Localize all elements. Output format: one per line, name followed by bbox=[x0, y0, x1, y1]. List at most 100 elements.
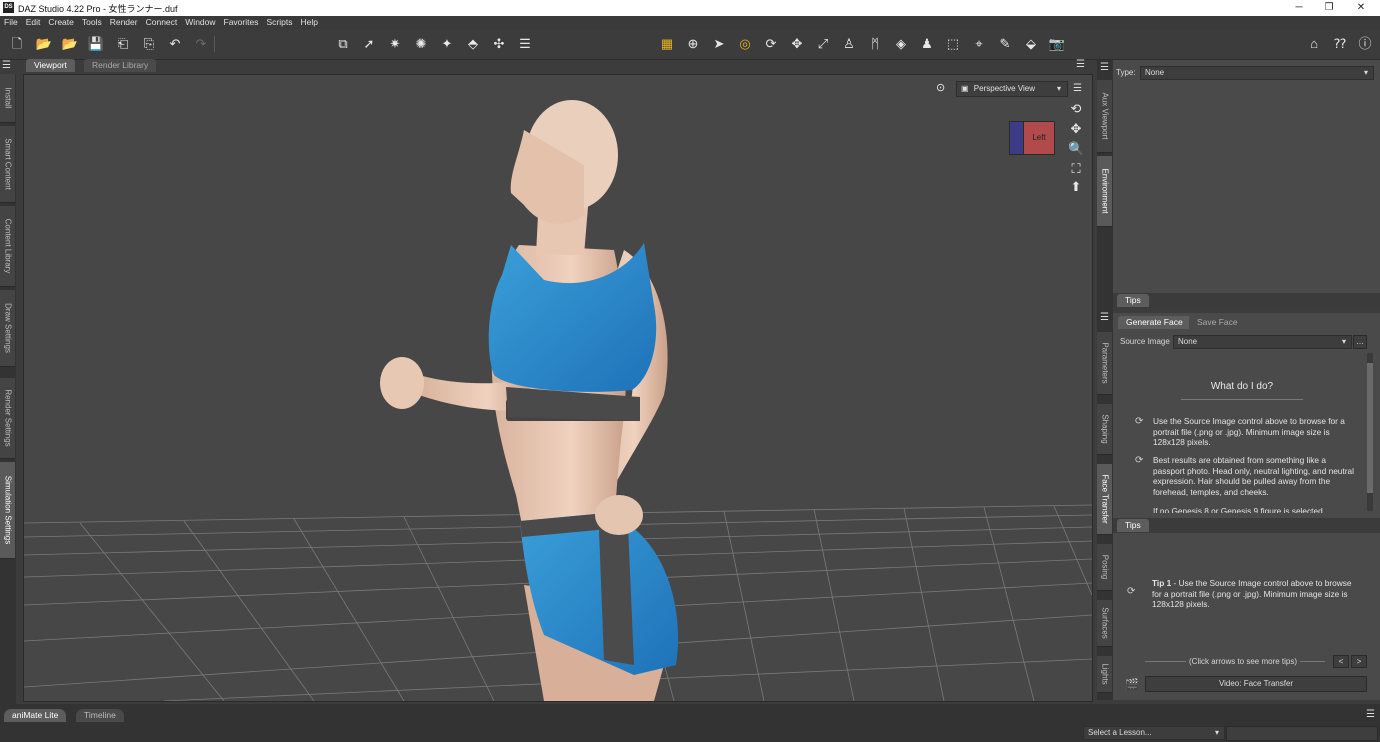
whats-this-icon[interactable]: ⁇ bbox=[1331, 35, 1349, 53]
surface-selection-icon[interactable]: ⌖ bbox=[970, 35, 988, 53]
pan-icon[interactable]: ✥ bbox=[1068, 121, 1084, 137]
tab-content-library[interactable]: Content Library bbox=[0, 206, 15, 287]
translate-icon[interactable]: ✥ bbox=[788, 35, 806, 53]
view-cube[interactable]: Left bbox=[1009, 121, 1055, 155]
help-icon[interactable]: ⓘ bbox=[1356, 35, 1374, 53]
content-grid-icon[interactable]: ▦ bbox=[658, 35, 676, 53]
bottom-menu-icon[interactable]: ☰ bbox=[1366, 709, 1375, 720]
source-image-dropdown[interactable]: None ▾ bbox=[1173, 335, 1352, 349]
node-selection-icon[interactable]: ◎ bbox=[736, 35, 754, 53]
right-bottom-menu-icon[interactable]: ☰ bbox=[1100, 312, 1109, 323]
active-pose-icon[interactable]: ♙ bbox=[840, 35, 858, 53]
spotlight-icon[interactable]: ➚ bbox=[360, 35, 378, 53]
prev-tip-button[interactable]: < bbox=[1333, 655, 1349, 668]
menu-favorites[interactable]: Favorites bbox=[220, 16, 263, 29]
tab-render-library[interactable]: Render Library bbox=[84, 59, 157, 72]
tab-viewport[interactable]: Viewport bbox=[26, 59, 75, 72]
menu-file[interactable]: File bbox=[0, 16, 22, 29]
lesson-navigation-strip[interactable] bbox=[1226, 726, 1378, 741]
redo-icon[interactable]: ↷ bbox=[192, 35, 210, 53]
view-selector[interactable]: ▣ Perspective View ▾ bbox=[956, 81, 1068, 97]
tab-install[interactable]: Install bbox=[0, 74, 15, 123]
daz-home-icon[interactable]: ⌂ bbox=[1305, 35, 1323, 53]
window-title: DAZ Studio 4.22 Pro - 女性ランナー.duf bbox=[18, 4, 178, 14]
tab-smart-content[interactable]: Smart Content bbox=[0, 126, 15, 203]
scene-render[interactable] bbox=[24, 75, 1092, 701]
primitive-icon[interactable]: ⧉ bbox=[334, 35, 352, 53]
tab-simulation-settings[interactable]: Simulation Settings bbox=[0, 462, 15, 559]
main-toolbar: 🗋 📂 📂 💾 ⎗ ⎘ ↶ ↷ ⧉ ➚ ✷ ✺ ✦ ⬘ ✣ ☰ ▦ ⊕ ➤ ◎ … bbox=[0, 29, 1380, 60]
open-folder-icon[interactable]: 📂 bbox=[35, 35, 53, 53]
figure-setup-icon[interactable]: ♟ bbox=[918, 35, 936, 53]
undo-icon[interactable]: ↶ bbox=[166, 35, 184, 53]
scrollbar-thumb[interactable] bbox=[1367, 363, 1373, 493]
cube-face-left[interactable]: Left bbox=[1023, 121, 1055, 155]
scale-icon[interactable]: ⤢ bbox=[814, 35, 832, 53]
tab-draw-settings[interactable]: Draw Settings bbox=[0, 290, 15, 367]
right-top-menu-icon[interactable]: ☰ bbox=[1100, 62, 1109, 73]
orbit-icon[interactable]: ⟲ bbox=[1068, 101, 1084, 117]
type-dropdown[interactable]: None ▾ bbox=[1140, 66, 1374, 80]
tab-aux-viewport[interactable]: Aux Viewport bbox=[1097, 80, 1112, 153]
frame-icon[interactable]: ⛶ bbox=[1068, 161, 1084, 177]
render-camera-icon[interactable]: 📷 bbox=[1048, 35, 1066, 53]
rotate-icon[interactable]: ⟳ bbox=[762, 35, 780, 53]
pointer-icon[interactable]: ➤ bbox=[710, 35, 728, 53]
tab-save-face[interactable]: Save Face bbox=[1189, 316, 1246, 329]
video-face-transfer-button[interactable]: Video: Face Transfer bbox=[1145, 676, 1367, 692]
tab-environment[interactable]: Environment bbox=[1097, 156, 1112, 227]
menu-tools[interactable]: Tools bbox=[78, 16, 106, 29]
tab-tips[interactable]: Tips bbox=[1117, 294, 1149, 307]
camera-create-icon[interactable]: ⬘ bbox=[464, 35, 482, 53]
menu-help[interactable]: Help bbox=[296, 16, 321, 29]
tab-shaping[interactable]: Shaping bbox=[1097, 404, 1112, 455]
next-tip-button[interactable]: > bbox=[1351, 655, 1367, 668]
viewport[interactable]: ⊙ ▣ Perspective View ▾ ☰ Left ⟲ ✥ 🔍 ⛶ ⬆ bbox=[23, 74, 1093, 702]
menu-create[interactable]: Create bbox=[44, 16, 78, 29]
close-button[interactable]: ✕ bbox=[1346, 0, 1376, 16]
viewport-menu-icon[interactable]: ☰ bbox=[1076, 59, 1085, 70]
help-scrollbar[interactable] bbox=[1367, 353, 1373, 511]
tab-timeline[interactable]: Timeline bbox=[76, 709, 124, 722]
new-file-icon[interactable]: 🗋 bbox=[8, 35, 26, 53]
left-menu-icon[interactable]: ☰ bbox=[2, 60, 11, 71]
viewport-options-icon[interactable]: ☰ bbox=[1073, 83, 1082, 94]
export-icon[interactable]: ⎘ bbox=[140, 35, 158, 53]
save-icon[interactable]: 💾 bbox=[87, 35, 105, 53]
menu-scripts[interactable]: Scripts bbox=[262, 16, 296, 29]
tab-tips[interactable]: Tips bbox=[1117, 519, 1149, 532]
tab-render-settings[interactable]: Render Settings bbox=[0, 378, 15, 459]
maximize-button[interactable]: ❐ bbox=[1314, 0, 1344, 16]
linear-light-icon[interactable]: ✦ bbox=[438, 35, 456, 53]
reset-view-icon[interactable]: ⬆ bbox=[1068, 179, 1084, 195]
tab-lights[interactable]: Lights bbox=[1097, 656, 1112, 693]
app-logo: DS bbox=[3, 2, 14, 13]
minimize-button[interactable]: ─ bbox=[1284, 0, 1314, 16]
menu-window[interactable]: Window bbox=[181, 16, 219, 29]
distant-light-icon[interactable]: ✷ bbox=[386, 35, 404, 53]
tab-generate-face[interactable]: Generate Face bbox=[1118, 316, 1191, 329]
menu-edit[interactable]: Edit bbox=[22, 16, 45, 29]
menu-render[interactable]: Render bbox=[106, 16, 142, 29]
menu-connect[interactable]: Connect bbox=[142, 16, 182, 29]
merge-folder-icon[interactable]: 📂 bbox=[61, 35, 79, 53]
tab-animate-lite[interactable]: aniMate Lite bbox=[4, 709, 67, 722]
paint-brush-icon[interactable]: ✎ bbox=[996, 35, 1014, 53]
zoom-icon[interactable]: 🔍 bbox=[1068, 141, 1084, 157]
point-light-icon[interactable]: ✺ bbox=[412, 35, 430, 53]
light-preview-icon[interactable]: ⊙ bbox=[936, 81, 945, 94]
tab-face-transfer[interactable]: Face Transfer bbox=[1097, 464, 1112, 535]
tab-surfaces[interactable]: Surfaces bbox=[1097, 600, 1112, 647]
node-weight-icon[interactable]: ⬙ bbox=[1022, 35, 1040, 53]
universal-tool-icon[interactable]: ⊕ bbox=[684, 35, 702, 53]
lesson-select[interactable]: Select a Lesson... ▾ bbox=[1083, 726, 1225, 740]
tab-posing[interactable]: Posing bbox=[1097, 544, 1112, 591]
import-icon[interactable]: ⎗ bbox=[114, 35, 132, 53]
browse-button[interactable]: … bbox=[1353, 335, 1367, 349]
camera-cube-icon[interactable]: ⬚ bbox=[944, 35, 962, 53]
tab-parameters[interactable]: Parameters bbox=[1097, 332, 1112, 395]
joint-editor-icon[interactable]: ᛗ bbox=[866, 35, 884, 53]
align-icon[interactable]: ☰ bbox=[516, 35, 534, 53]
geometry-editor-icon[interactable]: ◈ bbox=[892, 35, 910, 53]
null-icon[interactable]: ✣ bbox=[490, 35, 508, 53]
